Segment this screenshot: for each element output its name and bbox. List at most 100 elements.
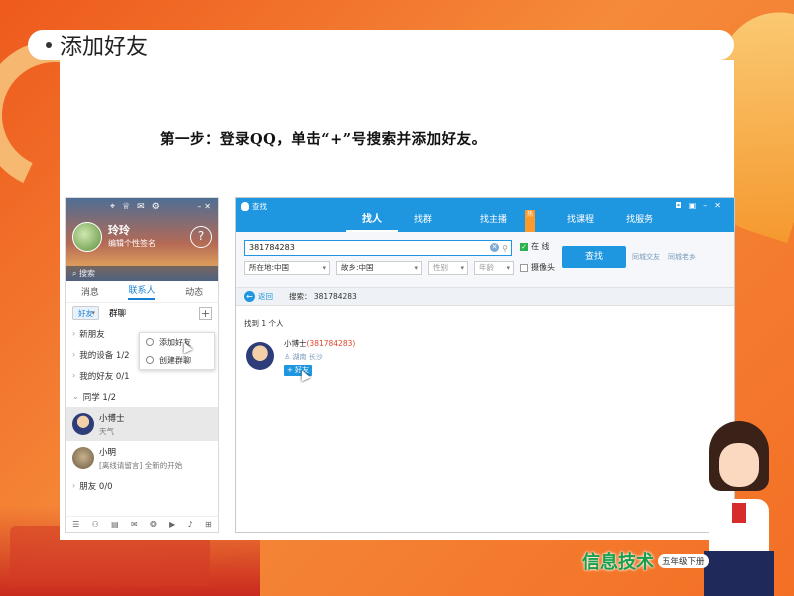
contact-sub-tabs: 好友 群聊 + [66, 303, 218, 323]
result-avatar[interactable] [246, 342, 274, 370]
step-instruction: 第一步：登录QQ，单击“+”号搜索并添加好友。 [160, 131, 487, 148]
group-label: 我的好友 0/1 [79, 371, 130, 382]
friend-avatar [72, 447, 94, 469]
file-icon[interactable]: ▤ [111, 520, 119, 529]
apps-grid-icon[interactable]: ⊞ [205, 520, 212, 529]
age-select[interactable]: 年龄 [474, 261, 514, 275]
tab-find-hosts[interactable]: 找主播 热 [448, 210, 551, 232]
result-location: ♙ 湖南 长沙 [284, 352, 355, 362]
weather-icon[interactable]: ? [190, 226, 212, 248]
add-friend-icon[interactable]: ⚇ [92, 520, 99, 529]
slide-title: 添加好友 [60, 35, 149, 60]
header-icons: ⌖ ♕ ✉ ⚙ [110, 202, 160, 212]
group-label: 我的设备 1/2 [79, 350, 130, 361]
find-window: 查找 找人 找群 找主播 热 找课程 找服务 ◘▣–✕ 381784283 ✕ ⚲… [235, 197, 735, 533]
signature[interactable]: 编辑个性签名 [108, 238, 156, 249]
user-icon: ♙ [284, 353, 293, 361]
arrow-left-icon: ← [244, 291, 255, 302]
search-summary: 搜索： 381784283 [289, 292, 357, 301]
nickname: 玲玲 [108, 224, 130, 237]
result-count: 找到 1 个人 [244, 319, 284, 328]
back-button[interactable]: ← 返回 [244, 291, 273, 302]
chevron-right-icon: › [72, 350, 76, 359]
hometown-select[interactable]: 故乡:中国 [336, 261, 422, 275]
friend-name: 小明 [99, 447, 117, 458]
group-friends[interactable]: › 朋友 0/0 [66, 475, 218, 496]
menu-item-label: 创建群聊 [159, 355, 191, 365]
tab-feeds[interactable]: 动态 [185, 285, 203, 298]
bottom-toolbar: ☰ ⚇ ▤ ✉ ❂ ▶ ♪ ⊞ [66, 516, 218, 532]
quick-links: 同城交友 同城老乡 [632, 252, 696, 262]
location-pin-icon[interactable]: ⚲ [502, 242, 508, 256]
chevron-right-icon: › [72, 371, 76, 380]
window-title: 查找 [241, 201, 267, 212]
tab-contacts[interactable]: 联系人 [128, 283, 156, 300]
back-label: 返回 [258, 292, 273, 301]
group-icon [146, 356, 154, 364]
location-text: 湖南 长沙 [292, 353, 323, 361]
window-controls[interactable]: –✕ [197, 202, 214, 211]
gender-select[interactable]: 性别 [428, 261, 468, 275]
face [719, 443, 759, 487]
add-menu-popup: 添加好友 创建群聊 [139, 332, 215, 370]
window-controls[interactable]: ◘▣–✕ [675, 201, 728, 210]
list-item[interactable]: 小博士 天气 [66, 407, 218, 441]
user-icon [146, 338, 154, 346]
mail-icon[interactable]: ✉ [137, 202, 145, 212]
checkbox-label: 在 线 [531, 242, 550, 251]
tab-find-groups[interactable]: 找群 [398, 210, 448, 232]
music-icon[interactable]: ♪ [188, 520, 193, 529]
group-classmates[interactable]: ⌄ 同学 1/2 [66, 386, 218, 407]
tab-messages[interactable]: 消息 [81, 285, 99, 298]
result-name[interactable]: 小博士(381784283) [284, 338, 355, 349]
qq-profile-header: ⌖ ♕ ✉ ⚙ –✕ 玲玲 编辑个性签名 ? ⌕ 搜索 [66, 198, 218, 281]
search-placeholder: 搜索 [79, 269, 96, 278]
list-item[interactable]: 小明 [离线请留言] 全新的开始 [66, 441, 218, 475]
location-icon[interactable]: ⌖ [110, 202, 115, 212]
add-button[interactable]: + [199, 306, 212, 320]
friend-status: 天气 [99, 426, 114, 436]
subtab-groups[interactable]: 群聊 [109, 307, 126, 319]
window-title-text: 查找 [252, 202, 267, 211]
skirt [704, 551, 774, 596]
tab-find-services[interactable]: 找服务 [610, 210, 669, 232]
location-select[interactable]: 所在地:中国 [244, 261, 330, 275]
chevron-down-icon: ⌄ [72, 392, 79, 401]
shirt-icon[interactable]: ♕ [122, 202, 130, 212]
online-checkbox[interactable]: ✓ 在 线 [520, 241, 550, 252]
search-icon: ⌕ [72, 269, 80, 278]
hot-badge: 热 [525, 210, 536, 232]
app-icon[interactable]: ❂ [150, 520, 157, 529]
menu-item-create-group[interactable]: 创建群聊 [140, 351, 214, 369]
tab-find-people[interactable]: 找人 [346, 210, 398, 232]
friend-status: [离线请留言] 全新的开始 [99, 460, 183, 470]
settings-icon[interactable]: ⚙ [152, 202, 160, 212]
subject-title: 信息技术 [582, 552, 654, 573]
clear-icon[interactable]: ✕ [490, 243, 499, 252]
result-bar: ← 返回 搜索： 381784283 [236, 288, 734, 306]
local-friends-link[interactable]: 同城交友 [632, 252, 660, 262]
avatar[interactable] [72, 222, 102, 252]
hometown-link[interactable]: 同城老乡 [668, 252, 696, 262]
friend-avatar [72, 413, 94, 435]
qq-logo-icon [241, 202, 249, 211]
subtab-friends[interactable]: 好友 [72, 306, 99, 320]
find-button[interactable]: 查找 [562, 246, 626, 268]
keyword-input[interactable]: 381784283 ✕ ⚲ [244, 240, 512, 256]
friend-name: 小博士 [99, 413, 125, 424]
video-icon[interactable]: ▶ [169, 520, 175, 529]
check-icon: ✓ [520, 242, 528, 251]
checkbox-label: 摄像头 [531, 263, 555, 272]
subject-badge: 信息技术 五年级下册 [582, 548, 709, 574]
mail-icon[interactable]: ✉ [131, 520, 138, 529]
menu-item-add-friend[interactable]: 添加好友 [140, 333, 214, 351]
group-label: 新朋友 [79, 329, 105, 340]
camera-checkbox[interactable]: 摄像头 [520, 262, 555, 273]
slide-title-bar: 添加好友 [28, 30, 734, 60]
bullet-icon [46, 42, 52, 48]
tab-find-courses[interactable]: 找课程 [551, 210, 610, 232]
menu-icon[interactable]: ☰ [72, 520, 79, 529]
main-tabs: 消息 联系人 动态 [66, 281, 218, 303]
search-input[interactable]: ⌕ 搜索 [66, 266, 218, 281]
checkbox-icon [520, 263, 528, 272]
